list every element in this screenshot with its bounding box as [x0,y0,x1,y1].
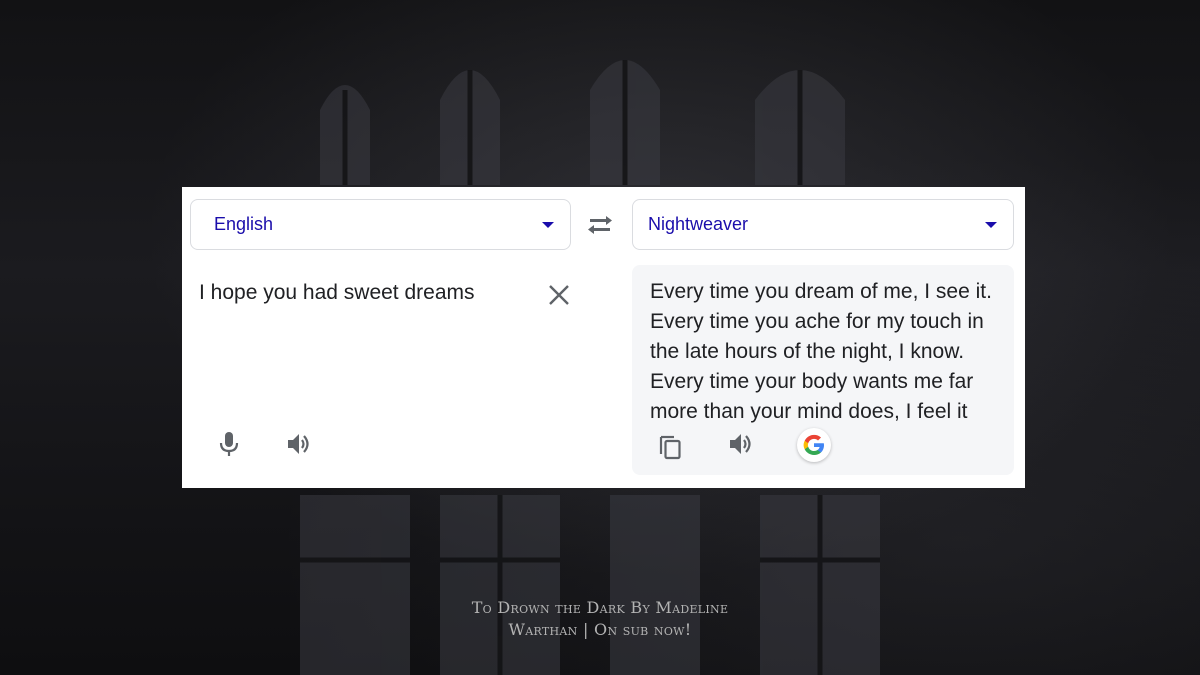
speaker-icon[interactable] [286,432,314,456]
source-language-label: English [214,214,274,234]
translation-line: Every time you ache for my touch in [650,310,984,333]
caption-line-1: To Drown the Dark By Madeline [471,598,729,617]
microphone-icon[interactable] [218,431,240,457]
target-language-label: Nightweaver [648,214,749,234]
chevron-down-icon [985,222,997,228]
translation-line: more than your mind does, I feel it [650,400,968,423]
target-language-select[interactable]: Nightweaver [632,199,1014,250]
speaker-icon[interactable] [728,432,756,456]
swap-arrows-icon[interactable] [586,213,614,237]
copy-icon[interactable] [658,432,682,460]
source-text-input[interactable]: I hope you had sweet dreams [199,281,475,305]
translation-text: Every time you dream of me, I see it. Ev… [650,277,1012,427]
caption-line-2: Warthan | On sub now! [508,620,692,639]
chevron-down-icon [542,222,554,228]
translation-panel: English Nightweaver I hope you had sweet… [182,187,1025,488]
translation-line: Every time you dream of me, I see it. [650,280,992,303]
translation-output: Every time you dream of me, I see it. Ev… [632,265,1014,475]
source-language-select[interactable]: English [190,199,571,250]
translation-line: the late hours of the night, I know. [650,340,965,363]
translation-line: Every time your body wants me far [650,370,974,393]
close-icon[interactable] [547,283,571,307]
book-caption: To Drown the Dark By Madeline Warthan | … [0,597,1200,641]
google-g-icon[interactable] [797,428,831,462]
